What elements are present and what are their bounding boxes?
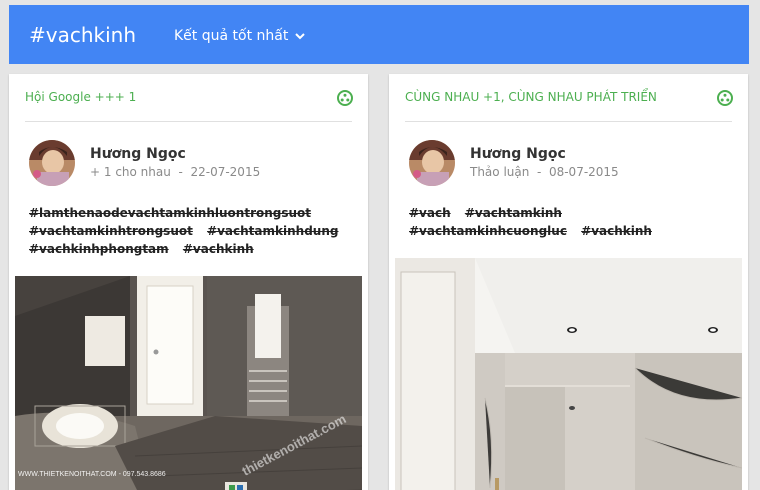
post-card: CÙNG NHAU +1, CÙNG NHAU PHÁT TRIỂN Hương… xyxy=(389,74,748,490)
avatar[interactable] xyxy=(29,140,75,186)
divider xyxy=(405,121,732,122)
author-name[interactable]: Hương Ngọc xyxy=(90,146,186,162)
hashtag-link[interactable]: #lamthenaodevachtamkinhluontrongsuot xyxy=(29,206,311,220)
post-date[interactable]: 22-07-2015 xyxy=(190,165,260,179)
author-name[interactable]: Hương Ngọc xyxy=(470,146,566,162)
community-icon[interactable] xyxy=(717,90,733,106)
hashtag-link[interactable]: #vachtamkinhdung xyxy=(207,224,338,238)
post-photo[interactable] xyxy=(395,258,742,490)
hashtag-link[interactable]: #vachkinh xyxy=(581,224,652,238)
hashtag-link[interactable]: #vachtamkinh xyxy=(465,206,562,220)
avatar[interactable] xyxy=(409,140,455,186)
post-photo[interactable]: WWW.THIETKENOITHAT.COM - 097.543.8686 th… xyxy=(15,276,362,490)
top-bar: #vachkinh Kết quả tốt nhất xyxy=(9,5,749,64)
post-meta: + 1 cho nhau - 22-07-2015 xyxy=(90,165,261,179)
post-meta: Thảo luận - 08-07-2015 xyxy=(470,165,619,179)
hashtag-link[interactable]: #vachkinhphongtam xyxy=(29,242,169,256)
hashtag-link[interactable]: #vachtamkinhcuongluc xyxy=(409,224,567,238)
hashtag-title: #vachkinh xyxy=(29,23,137,47)
community-link[interactable]: Hội Google +++ 1 xyxy=(25,90,136,104)
community-icon[interactable] xyxy=(337,90,353,106)
hashtag-link[interactable]: #vachkinh xyxy=(183,242,254,256)
hashtag-list: #vach #vachtamkinh #vachtamkinhcuongluc … xyxy=(409,204,729,240)
activity-text: Thảo luận xyxy=(470,165,530,179)
chevron-down-icon xyxy=(295,33,306,40)
activity-text: + 1 cho nhau xyxy=(90,165,171,179)
divider xyxy=(25,121,352,122)
hashtag-link[interactable]: #vachtamkinhtrongsuot xyxy=(29,224,193,238)
sort-dropdown[interactable]: Kết quả tốt nhất xyxy=(174,28,306,44)
post-date[interactable]: 08-07-2015 xyxy=(549,165,619,179)
photo-caption: WWW.THIETKENOITHAT.COM - 097.543.8686 xyxy=(18,471,166,478)
hashtag-list: #lamthenaodevachtamkinhluontrongsuot #va… xyxy=(29,204,349,258)
post-card: Hội Google +++ 1 Hương Ngọc + 1 cho nhau… xyxy=(9,74,368,490)
sort-label: Kết quả tốt nhất xyxy=(174,28,289,44)
community-link[interactable]: CÙNG NHAU +1, CÙNG NHAU PHÁT TRIỂN xyxy=(405,90,657,104)
hashtag-link[interactable]: #vach xyxy=(409,206,451,220)
